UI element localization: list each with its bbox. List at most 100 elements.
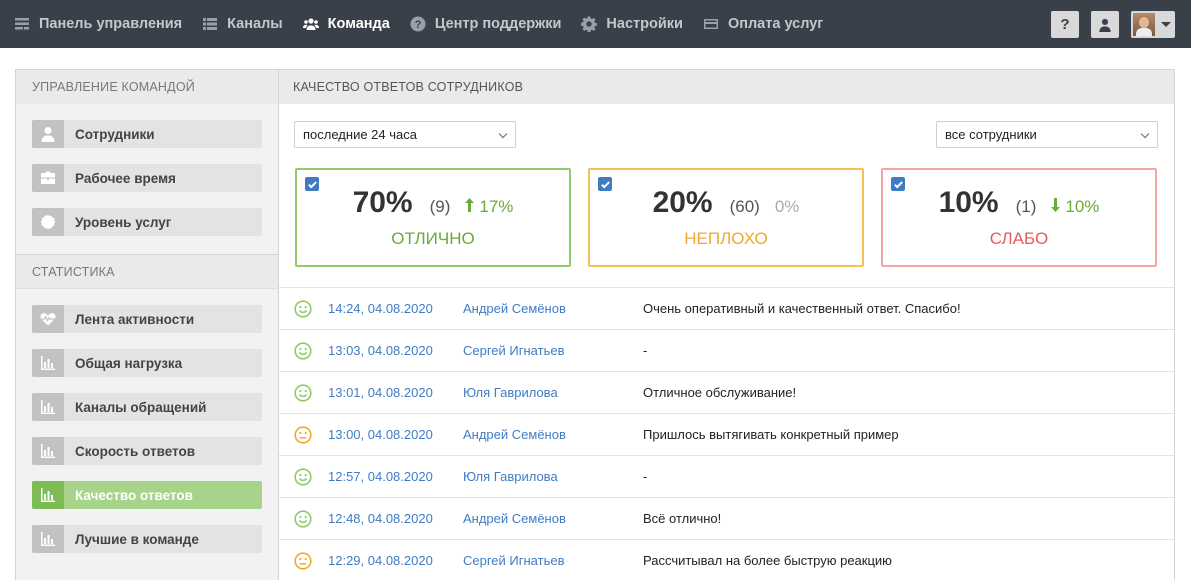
dashboard-icon bbox=[14, 16, 30, 32]
feedback-time-link[interactable]: 12:48, 04.08.2020 bbox=[328, 511, 433, 526]
list-icon bbox=[202, 16, 218, 32]
feedback-row: 12:57, 04.08.2020 Юля Гаврилова - bbox=[279, 456, 1174, 498]
statistics-header: СТАТИСТИКА bbox=[16, 254, 278, 289]
rating-count: (9) bbox=[429, 197, 451, 216]
smile-good-icon bbox=[294, 468, 312, 486]
briefcase-icon bbox=[32, 164, 64, 192]
period-select[interactable]: последние 24 часа bbox=[294, 121, 516, 148]
nav-item-support[interactable]: ? Центр поддержки bbox=[410, 16, 562, 32]
sidebar-item-label: Лучшие в команде bbox=[75, 531, 199, 547]
feedback-time-link[interactable]: 12:57, 04.08.2020 bbox=[328, 469, 433, 484]
team-management-header: УПРАВЛЕНИЕ КОМАНДОЙ bbox=[16, 70, 278, 104]
feedback-message: Отличное обслуживание! bbox=[643, 385, 797, 400]
feedback-time-link[interactable]: 14:24, 04.08.2020 bbox=[328, 301, 433, 316]
feedback-row: 12:29, 04.08.2020 Сергей Игнатьев Рассчи… bbox=[279, 540, 1174, 580]
sidebar-item-total-load[interactable]: Общая нагрузка bbox=[32, 349, 262, 377]
feedback-time-link[interactable]: 13:00, 04.08.2020 bbox=[328, 427, 433, 442]
sidebar-item-label: Рабочее время bbox=[75, 170, 176, 186]
sidebar-item-label: Общая нагрузка bbox=[75, 355, 183, 371]
sidebar-item-response-speed[interactable]: Скорость ответов bbox=[32, 437, 262, 465]
nav-item-label: Центр поддержки bbox=[434, 16, 562, 32]
sidebar-item-label: Скорость ответов bbox=[75, 443, 196, 459]
feedback-time-link[interactable]: 13:03, 04.08.2020 bbox=[328, 343, 433, 358]
smile-neutral-icon bbox=[294, 552, 312, 570]
bar-chart-icon bbox=[32, 437, 64, 465]
feedback-employee-link[interactable]: Юля Гаврилова bbox=[463, 385, 558, 400]
feedback-employee-link[interactable]: Юля Гаврилова bbox=[463, 469, 558, 484]
team-menu: Сотрудники Рабочее время Уровень услуг bbox=[16, 104, 278, 254]
feedback-employee-link[interactable]: Андрей Семёнов bbox=[463, 427, 566, 442]
feedback-row: 13:00, 04.08.2020 Андрей Семёнов Пришлос… bbox=[279, 414, 1174, 456]
nav-item-label: Панель управления bbox=[39, 16, 183, 32]
chevron-down-icon bbox=[1140, 129, 1150, 139]
rating-count: (1) bbox=[1015, 197, 1037, 216]
sidebar-item-employees[interactable]: Сотрудники bbox=[32, 120, 262, 148]
feedback-message: Рассчитывал на более быструю реакцию bbox=[643, 553, 892, 568]
feedback-row: 13:03, 04.08.2020 Сергей Игнатьев - bbox=[279, 330, 1174, 372]
avatar bbox=[1133, 13, 1155, 36]
period-select-value: последние 24 часа bbox=[303, 127, 417, 142]
arrow-down-icon bbox=[1051, 197, 1061, 217]
rating-percent: 20% bbox=[652, 186, 713, 219]
nav-item-label: Каналы bbox=[227, 16, 283, 32]
nav-item-billing[interactable]: Оплата услуг bbox=[703, 16, 823, 32]
statistics-menu: Лента активности Общая нагрузка Каналы о… bbox=[16, 289, 278, 571]
sidebar: УПРАВЛЕНИЕ КОМАНДОЙ Сотрудники Рабочее в… bbox=[16, 70, 279, 580]
sidebar-item-working-hours[interactable]: Рабочее время bbox=[32, 164, 262, 192]
rating-caption: СЛАБО bbox=[989, 229, 1049, 248]
sidebar-item-service-level[interactable]: Уровень услуг bbox=[32, 208, 262, 236]
sidebar-item-top-performers[interactable]: Лучшие в команде bbox=[32, 525, 262, 553]
rating-change: 0% bbox=[775, 197, 800, 217]
bar-chart-icon bbox=[32, 349, 64, 377]
badge-icon bbox=[32, 208, 64, 236]
feedback-time-link[interactable]: 13:01, 04.08.2020 bbox=[328, 385, 433, 400]
feedback-employee-link[interactable]: Андрей Семёнов bbox=[463, 301, 566, 316]
sidebar-item-activity-feed[interactable]: Лента активности bbox=[32, 305, 262, 333]
feedback-list: 14:24, 04.08.2020 Андрей Семёнов Очень о… bbox=[279, 287, 1174, 580]
smile-neutral-icon bbox=[294, 426, 312, 444]
rating-count: (60) bbox=[729, 197, 760, 216]
user-icon bbox=[1099, 18, 1111, 32]
sidebar-item-label: Каналы обращений bbox=[75, 399, 207, 415]
rating-card-excellent: 70% (9) 17% ОТЛИЧНО bbox=[295, 168, 571, 267]
main-panel: УПРАВЛЕНИЕ КОМАНДОЙ Сотрудники Рабочее в… bbox=[15, 69, 1175, 580]
nav-item-label: Команда bbox=[327, 16, 390, 32]
sidebar-item-request-channels[interactable]: Каналы обращений bbox=[32, 393, 262, 421]
rating-change-value: 0% bbox=[774, 197, 800, 216]
nav-item-dashboard[interactable]: Панель управления bbox=[14, 16, 182, 32]
feedback-message: Пришлось вытягивать конкретный пример bbox=[643, 427, 899, 442]
rating-change-value: 10% bbox=[1065, 197, 1100, 216]
feedback-message: Очень оперативный и качественный ответ. … bbox=[643, 301, 961, 316]
help-button[interactable]: ? bbox=[1051, 11, 1079, 38]
rating-caption: ОТЛИЧНО bbox=[391, 229, 475, 248]
feedback-employee-link[interactable]: Сергей Игнатьев bbox=[463, 343, 564, 358]
staff-select-value: все сотрудники bbox=[945, 127, 1037, 142]
nav-item-channels[interactable]: Каналы bbox=[202, 16, 283, 32]
bar-chart-icon bbox=[32, 525, 64, 553]
rating-caption: НЕПЛОХО bbox=[684, 229, 768, 248]
rating-change: 17% bbox=[465, 197, 513, 217]
bar-chart-icon bbox=[32, 481, 64, 509]
team-icon bbox=[302, 16, 319, 32]
staff-select[interactable]: все сотрудники bbox=[936, 121, 1158, 148]
help-label: ? bbox=[1060, 16, 1070, 33]
smile-good-icon bbox=[294, 384, 312, 402]
feedback-message: - bbox=[643, 469, 648, 484]
sidebar-item-response-quality[interactable]: Качество ответов bbox=[32, 481, 262, 509]
feedback-employee-link[interactable]: Сергей Игнатьев bbox=[463, 553, 564, 568]
feedback-employee-link[interactable]: Андрей Семёнов bbox=[463, 511, 566, 526]
feedback-time-link[interactable]: 12:29, 04.08.2020 bbox=[328, 553, 433, 568]
rating-percent: 10% bbox=[938, 186, 999, 219]
chevron-down-icon bbox=[1161, 22, 1171, 27]
sidebar-item-label: Уровень услуг bbox=[75, 214, 172, 230]
sidebar-item-label: Качество ответов bbox=[75, 487, 193, 503]
user-icon bbox=[32, 120, 64, 148]
smile-good-icon bbox=[294, 510, 312, 528]
nav-item-team[interactable]: Команда bbox=[302, 16, 390, 32]
chevron-down-icon bbox=[498, 129, 508, 139]
rating-card-poor: 10% (1) 10% СЛАБО bbox=[881, 168, 1157, 267]
account-button[interactable] bbox=[1091, 11, 1119, 38]
nav-item-settings[interactable]: Настройки bbox=[581, 16, 683, 32]
arrow-up-icon bbox=[465, 197, 475, 217]
profile-menu-button[interactable] bbox=[1131, 11, 1175, 38]
